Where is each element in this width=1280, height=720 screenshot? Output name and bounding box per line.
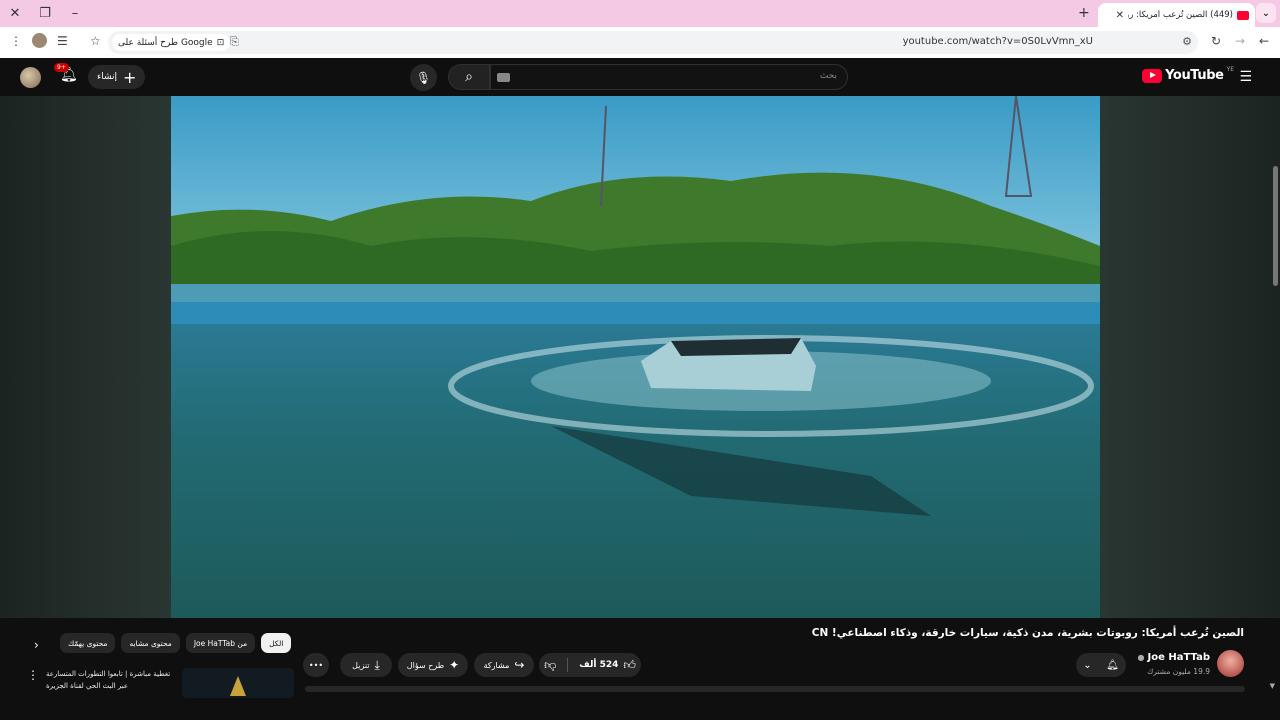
- recommendation-thumbnail[interactable]: [182, 668, 294, 698]
- subscriber-count: 19.9 مليون مشترك: [1147, 667, 1210, 676]
- recommendation-title[interactable]: تغطية مباشرة | تابعوا التطورات المتسارعة…: [46, 668, 176, 692]
- video-scene: [171, 96, 1100, 618]
- bookmark-star-icon[interactable]: ☆: [90, 34, 101, 48]
- chevron-down-icon: ⌄: [1083, 659, 1092, 671]
- like-dislike-group: 👍︎ 524 ألف 👎︎: [539, 653, 641, 677]
- voice-search-mic-icon[interactable]: 🎙︎: [410, 64, 437, 91]
- like-icon[interactable]: 👍︎: [623, 658, 636, 673]
- new-tab-button[interactable]: +: [1078, 5, 1090, 21]
- site-settings-icon[interactable]: ⚙: [1182, 35, 1192, 48]
- notification-badge: 9+: [54, 63, 69, 72]
- youtube-header: 🔔︎ 9+ إنشاء + 🎙︎ ⌕ بحث YouTube YE ☰: [0, 58, 1280, 96]
- chip-from-channel[interactable]: من Joe HaTTab: [185, 633, 256, 653]
- url-text: youtube.com/watch?v=0S0LvVmn_xU: [902, 36, 1093, 47]
- chip-all[interactable]: الكل: [261, 633, 292, 653]
- sparkle-icon: ✦: [449, 658, 460, 672]
- address-bar[interactable]: طرح أسئلة على Google ⊡ ⎘ youtube.com/wat…: [108, 31, 1198, 54]
- browser-tabstrip: ✕ ❐ – + (449) الصين تُرعب أمريكا: رو ✕ ⌄: [0, 0, 1280, 27]
- recommendation-more-icon[interactable]: ⋮: [27, 668, 39, 682]
- share-button[interactable]: ↪ مشاركة: [474, 653, 534, 677]
- minimize-window-icon[interactable]: –: [64, 3, 86, 23]
- plus-icon: +: [123, 67, 137, 87]
- ambient-left: [0, 96, 171, 618]
- railing: [171, 284, 1100, 302]
- youtube-favicon-icon: [1237, 10, 1249, 20]
- hamburger-menu-icon[interactable]: ☰: [1239, 69, 1252, 85]
- share-label: مشاركة: [483, 660, 510, 670]
- tab-search-chevron-icon[interactable]: ⌄: [1256, 3, 1276, 23]
- create-button[interactable]: إنشاء +: [88, 65, 146, 89]
- vehicle-roof: [671, 338, 801, 356]
- profile-avatar[interactable]: [32, 33, 47, 48]
- tab-close-icon[interactable]: ✕: [1116, 10, 1124, 21]
- canal-wall: [171, 302, 1100, 324]
- ask-button[interactable]: ✦ طرح سؤال: [398, 653, 468, 677]
- more-horizontal-icon: •••: [308, 660, 324, 670]
- browser-tab-youtube[interactable]: (449) الصين تُرعب أمريكا: رو ✕: [1098, 3, 1255, 27]
- video-info-section: الصين تُرعب أمريكا: روبوتات بشرية، مدن ذ…: [0, 618, 1280, 720]
- tab-title: (449) الصين تُرعب أمريكا: رو: [1128, 10, 1233, 20]
- more-actions-button[interactable]: •••: [303, 653, 329, 677]
- bell-icon: 🔔︎: [1106, 659, 1119, 671]
- search-input[interactable]: بحث: [490, 64, 848, 90]
- comments-panel-edge: [305, 686, 1245, 692]
- download-label: تنزيل: [352, 660, 370, 670]
- browser-toolbar: ⋮ ☰ ☆ طرح أسئلة على Google ⊡ ⎘ youtube.c…: [0, 27, 1280, 58]
- youtube-wordmark: YouTube: [1165, 68, 1224, 83]
- share-icon: ↪: [514, 658, 525, 672]
- ambient-right: [1100, 96, 1280, 618]
- video-title: الصين تُرعب أمريكا: روبوتات بشرية، مدن ذ…: [811, 627, 1244, 639]
- close-window-icon[interactable]: ✕: [4, 3, 26, 23]
- install-app-icon[interactable]: ⎘: [230, 35, 239, 49]
- video-player-area: [0, 96, 1280, 618]
- reload-icon[interactable]: ↻: [1211, 34, 1221, 48]
- chips-next-arrow-icon[interactable]: ‹: [34, 638, 39, 652]
- country-code: YE: [1226, 66, 1234, 73]
- ask-label: طرح سؤال: [406, 660, 445, 670]
- youtube-logo[interactable]: YouTube YE: [1142, 66, 1234, 83]
- video-frame[interactable]: [171, 96, 1100, 618]
- channel-name-row[interactable]: Joe HaTTab ●: [1138, 652, 1210, 663]
- like-count[interactable]: 524 ألف: [579, 660, 618, 670]
- restore-window-icon[interactable]: ❐: [34, 3, 56, 23]
- scroll-down-arrow-icon[interactable]: ▼: [1270, 682, 1275, 690]
- subscription-bell-button[interactable]: ⌄ 🔔︎: [1076, 653, 1126, 677]
- google-ask-chip[interactable]: طرح أسئلة على Google ⊡: [112, 34, 231, 51]
- download-button[interactable]: ⤓ تنزيل: [340, 653, 392, 677]
- notifications-bell-icon[interactable]: 🔔︎ 9+: [54, 63, 78, 83]
- channel-avatar[interactable]: [1217, 650, 1244, 677]
- chip-similar[interactable]: محتوى مشابه: [121, 633, 180, 653]
- verified-icon: ●: [1137, 653, 1145, 662]
- like-divider: [567, 658, 569, 672]
- reading-list-icon[interactable]: ☰: [57, 34, 68, 48]
- search-icon: ⌕: [465, 69, 473, 85]
- forward-icon[interactable]: →: [1235, 34, 1245, 48]
- browser-menu-icon[interactable]: ⋮: [10, 34, 22, 48]
- search-placeholder: بحث: [819, 71, 837, 81]
- page-scrollbar[interactable]: [1273, 166, 1278, 286]
- create-label: إنشاء: [97, 72, 118, 82]
- channel-name[interactable]: Joe HaTTab: [1148, 652, 1210, 663]
- search-button[interactable]: ⌕: [448, 64, 490, 90]
- keyboard-icon[interactable]: [497, 73, 510, 82]
- download-icon: ⤓: [374, 657, 380, 672]
- recommendation-thumbnail-art: [182, 668, 294, 698]
- related-filter-chips: الكل من Joe HaTTab محتوى مشابه محتوى يهم…: [60, 633, 292, 653]
- dislike-icon[interactable]: 👎︎: [544, 658, 556, 673]
- lens-icon: ⊡: [216, 37, 225, 48]
- back-icon[interactable]: ←: [1259, 34, 1269, 48]
- account-avatar[interactable]: [20, 67, 41, 88]
- youtube-play-icon: [1142, 68, 1163, 83]
- google-ask-label: طرح أسئلة على Google: [118, 37, 213, 48]
- chip-for-you[interactable]: محتوى يهمّك: [60, 633, 116, 653]
